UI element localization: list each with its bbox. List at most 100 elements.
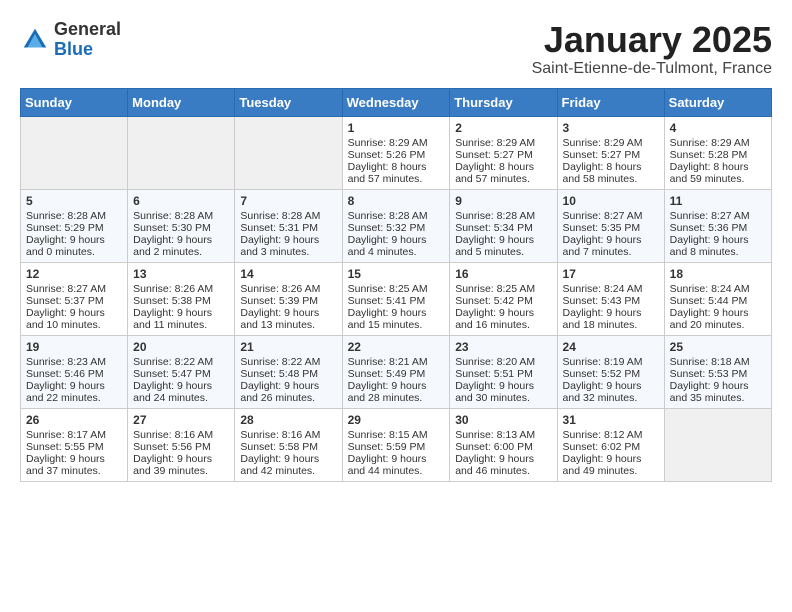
day-info: Daylight: 9 hours and 20 minutes. (670, 307, 766, 331)
day-info: Sunset: 6:02 PM (563, 441, 659, 453)
location-title: Saint-Etienne-de-Tulmont, France (532, 60, 772, 78)
day-info: Daylight: 8 hours and 58 minutes. (563, 161, 659, 185)
calendar-cell: 14Sunrise: 8:26 AMSunset: 5:39 PMDayligh… (235, 262, 342, 335)
calendar-cell (128, 116, 235, 189)
header-cell-saturday: Saturday (664, 88, 771, 116)
day-info: Daylight: 9 hours and 16 minutes. (455, 307, 551, 331)
day-info: Sunset: 5:34 PM (455, 222, 551, 234)
day-info: Sunset: 5:26 PM (348, 149, 445, 161)
day-info: Daylight: 9 hours and 5 minutes. (455, 234, 551, 258)
month-title: January 2025 (532, 20, 772, 60)
calendar-cell (21, 116, 128, 189)
day-info: Sunset: 5:46 PM (26, 368, 122, 380)
day-info: Sunrise: 8:18 AM (670, 356, 766, 368)
calendar-cell: 15Sunrise: 8:25 AMSunset: 5:41 PMDayligh… (342, 262, 450, 335)
day-info: Sunset: 5:31 PM (240, 222, 336, 234)
day-number: 1 (348, 121, 445, 135)
calendar-cell: 2Sunrise: 8:29 AMSunset: 5:27 PMDaylight… (450, 116, 557, 189)
day-info: Sunset: 5:55 PM (26, 441, 122, 453)
calendar-cell: 12Sunrise: 8:27 AMSunset: 5:37 PMDayligh… (21, 262, 128, 335)
day-info: Daylight: 8 hours and 57 minutes. (455, 161, 551, 185)
day-info: Sunset: 5:53 PM (670, 368, 766, 380)
day-info: Sunrise: 8:20 AM (455, 356, 551, 368)
day-info: Sunset: 5:59 PM (348, 441, 445, 453)
calendar-cell: 6Sunrise: 8:28 AMSunset: 5:30 PMDaylight… (128, 189, 235, 262)
day-info: Sunrise: 8:29 AM (348, 137, 445, 149)
header-cell-friday: Friday (557, 88, 664, 116)
calendar-cell: 9Sunrise: 8:28 AMSunset: 5:34 PMDaylight… (450, 189, 557, 262)
calendar-cell: 19Sunrise: 8:23 AMSunset: 5:46 PMDayligh… (21, 335, 128, 408)
header-cell-thursday: Thursday (450, 88, 557, 116)
day-info: Sunset: 5:41 PM (348, 295, 445, 307)
day-number: 16 (455, 267, 551, 281)
day-number: 8 (348, 194, 445, 208)
day-info: Sunrise: 8:25 AM (348, 283, 445, 295)
calendar-cell: 11Sunrise: 8:27 AMSunset: 5:36 PMDayligh… (664, 189, 771, 262)
day-info: Sunset: 5:43 PM (563, 295, 659, 307)
day-number: 21 (240, 340, 336, 354)
day-info: Daylight: 9 hours and 24 minutes. (133, 380, 229, 404)
calendar-week-row: 19Sunrise: 8:23 AMSunset: 5:46 PMDayligh… (21, 335, 772, 408)
day-info: Sunrise: 8:23 AM (26, 356, 122, 368)
day-info: Sunrise: 8:13 AM (455, 429, 551, 441)
calendar-cell: 16 Sunrise: 8:25 AMSunset: 5:42 PMDayligh… (450, 262, 557, 335)
calendar-cell: 23Sunrise: 8:20 AMSunset: 5:51 PMDayligh… (450, 335, 557, 408)
day-info: Sunrise: 8:27 AM (563, 210, 659, 222)
day-info: Daylight: 9 hours and 44 minutes. (348, 453, 445, 477)
day-number: 15 (348, 267, 445, 281)
calendar-cell: 20Sunrise: 8:22 AMSunset: 5:47 PMDayligh… (128, 335, 235, 408)
day-info: Daylight: 9 hours and 11 minutes. (133, 307, 229, 331)
day-number: 9 (455, 194, 551, 208)
day-number: 26 (26, 413, 122, 427)
day-info: Sunset: 5:29 PM (26, 222, 122, 234)
day-number: 17 (563, 267, 659, 281)
day-info: Sunset: 5:44 PM (670, 295, 766, 307)
day-info: Daylight: 9 hours and 4 minutes. (348, 234, 445, 258)
calendar-week-row: 1Sunrise: 8:29 AMSunset: 5:26 PMDaylight… (21, 116, 772, 189)
day-info: Daylight: 9 hours and 13 minutes. (240, 307, 336, 331)
day-number: 27 (133, 413, 229, 427)
day-info: Sunrise: 8:25 AM (455, 283, 551, 295)
calendar-cell: 30 Sunrise: 8:13 AMSunset: 6:00 PMDayligh… (450, 408, 557, 481)
header-cell-wednesday: Wednesday (342, 88, 450, 116)
day-number: 14 (240, 267, 336, 281)
day-info: Sunset: 5:47 PM (133, 368, 229, 380)
day-info: Sunset: 5:52 PM (563, 368, 659, 380)
day-info: Sunrise: 8:12 AM (563, 429, 659, 441)
day-number: 30 (455, 413, 551, 427)
day-info: Daylight: 9 hours and 8 minutes. (670, 234, 766, 258)
header-cell-monday: Monday (128, 88, 235, 116)
calendar-cell: 26Sunrise: 8:17 AMSunset: 5:55 PMDayligh… (21, 408, 128, 481)
day-info: Daylight: 9 hours and 46 minutes. (455, 453, 551, 477)
day-info: Sunrise: 8:27 AM (670, 210, 766, 222)
day-number: 6 (133, 194, 229, 208)
day-number: 2 (455, 121, 551, 135)
day-info: Sunset: 6:00 PM (455, 441, 551, 453)
page-header: General Blue January 2025 Saint-Etienne-… (20, 20, 772, 78)
day-info: Sunset: 5:42 PM (455, 295, 551, 307)
day-info: Sunrise: 8:28 AM (240, 210, 336, 222)
day-number: 18 (670, 267, 766, 281)
day-info: Sunrise: 8:29 AM (455, 137, 551, 149)
logo-icon (20, 25, 50, 55)
calendar-cell: 5Sunrise: 8:28 AMSunset: 5:29 PMDaylight… (21, 189, 128, 262)
calendar-cell: 31Sunrise: 8:12 AMSunset: 6:02 PMDayligh… (557, 408, 664, 481)
day-info: Sunrise: 8:29 AM (563, 137, 659, 149)
day-info: Daylight: 9 hours and 2 minutes. (133, 234, 229, 258)
calendar-header-row: SundayMondayTuesdayWednesdayThursdayFrid… (21, 88, 772, 116)
day-number: 3 (563, 121, 659, 135)
day-info: Daylight: 9 hours and 35 minutes. (670, 380, 766, 404)
day-info: Sunset: 5:39 PM (240, 295, 336, 307)
calendar-cell: 7Sunrise: 8:28 AMSunset: 5:31 PMDaylight… (235, 189, 342, 262)
day-info: Sunset: 5:48 PM (240, 368, 336, 380)
day-number: 7 (240, 194, 336, 208)
calendar-week-row: 12Sunrise: 8:27 AMSunset: 5:37 PMDayligh… (21, 262, 772, 335)
day-info: Sunrise: 8:22 AM (240, 356, 336, 368)
day-info: Sunrise: 8:24 AM (670, 283, 766, 295)
day-info: Sunset: 5:32 PM (348, 222, 445, 234)
day-info: Sunrise: 8:19 AM (563, 356, 659, 368)
day-info: Daylight: 9 hours and 42 minutes. (240, 453, 336, 477)
day-info: Sunset: 5:36 PM (670, 222, 766, 234)
calendar-cell: 25Sunrise: 8:18 AMSunset: 5:53 PMDayligh… (664, 335, 771, 408)
calendar-week-row: 26Sunrise: 8:17 AMSunset: 5:55 PMDayligh… (21, 408, 772, 481)
